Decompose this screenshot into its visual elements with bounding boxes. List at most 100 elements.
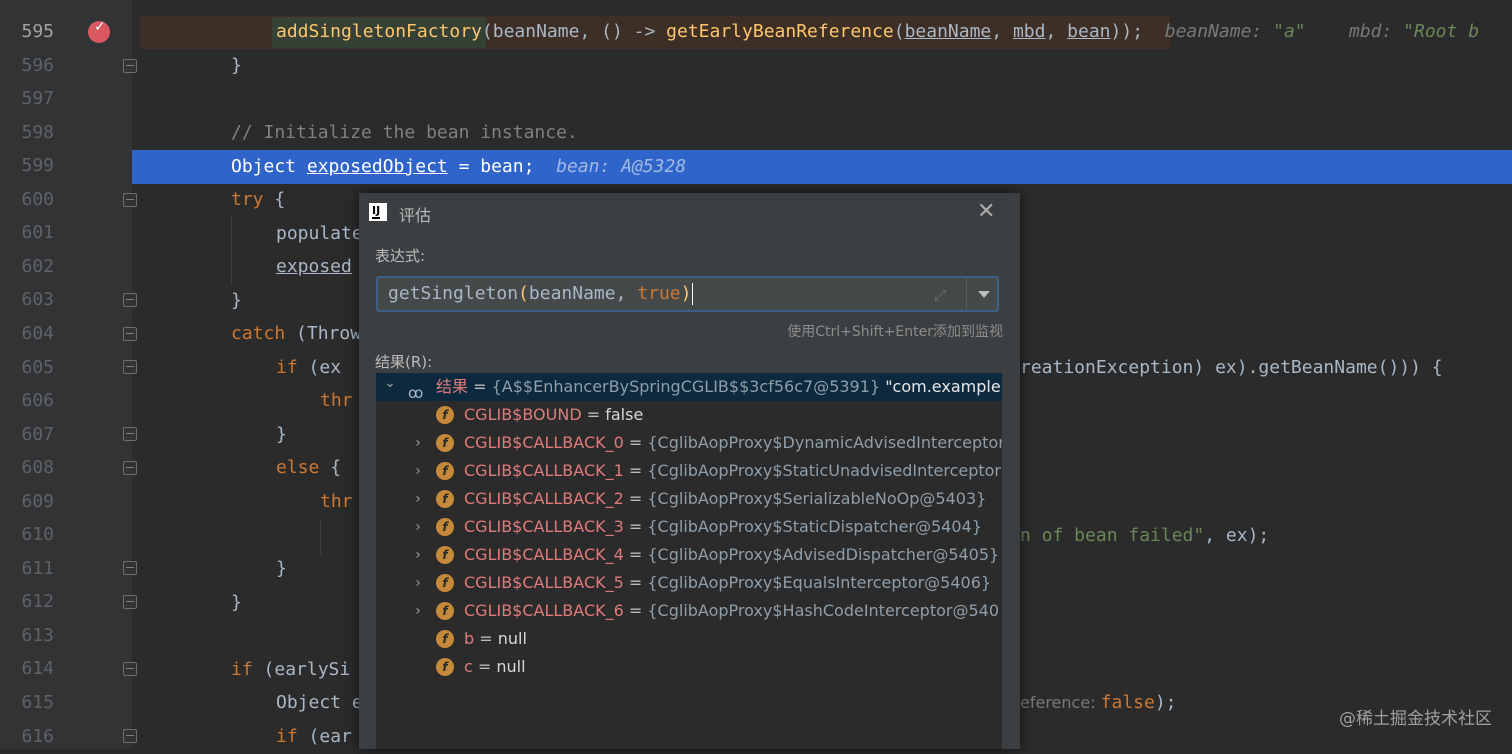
result-label: 结果(R): (375, 353, 433, 371)
code-line-612: } (231, 592, 242, 613)
field-icon: f (436, 490, 454, 508)
result-tree-row[interactable]: › f CGLIB$CALLBACK_2 = {CglibAopProxy$Seri… (376, 485, 1002, 513)
result-value: {CglibAopProxy$EqualsInterceptor@5406} (647, 573, 992, 592)
result-equals: = (472, 657, 497, 676)
expression-input[interactable]: getSingleton(beanName, true) ⤢ (376, 276, 999, 312)
line-number[interactable]: 611 (0, 552, 54, 586)
result-tree-text: c = null (464, 653, 526, 681)
code-token: () -> (601, 21, 667, 42)
line-number[interactable]: 597 (0, 82, 54, 116)
result-tree-row[interactable]: › f CGLIB$CALLBACK_5 = {CglibAopProxy$Equa… (376, 569, 1002, 597)
close-icon[interactable]: ✕ (977, 201, 995, 223)
code-token: (earlySi (252, 659, 351, 680)
intellij-logo-icon: IJ (369, 203, 387, 221)
fold-marker-icon[interactable] (123, 360, 137, 374)
fold-marker-icon[interactable] (123, 427, 137, 441)
chevron-right-icon[interactable]: › (412, 457, 424, 485)
result-equals: = (623, 545, 648, 564)
code-token: mbd (1012, 21, 1046, 42)
line-number[interactable]: 607 (0, 418, 54, 452)
result-tree-row[interactable]: › f CGLIB$CALLBACK_3 = {CglibAopProxy$Stat… (376, 513, 1002, 541)
line-number[interactable]: 605 (0, 351, 54, 385)
line-number[interactable]: 598 (0, 116, 54, 150)
result-tree[interactable]: ⌄ oo 结果 = {A$$EnhancerBySpringCGLIB$$3cf56… (376, 373, 1002, 749)
result-tree-row[interactable]: f CGLIB$BOUND = false (376, 401, 1002, 429)
fold-marker-icon[interactable] (123, 193, 137, 207)
result-tree-row[interactable]: fc = null (376, 653, 1002, 681)
line-number[interactable]: 610 (0, 518, 54, 552)
expand-icon[interactable]: ⤢ (934, 286, 946, 304)
line-number[interactable]: 599 (0, 149, 54, 183)
inline-debug-value: "Root b (1403, 21, 1480, 42)
line-number[interactable]: 606 (0, 384, 54, 418)
param-name-hint: eference: (1020, 693, 1101, 712)
code-token: (ear (297, 726, 352, 747)
line-number[interactable]: 608 (0, 451, 54, 485)
result-name: 结果 (436, 377, 469, 396)
expression-token: beanName, (528, 283, 638, 304)
result-value: null (497, 629, 527, 648)
chevron-right-icon[interactable]: › (412, 485, 424, 513)
fold-marker-icon[interactable] (123, 595, 137, 609)
chevron-right-icon[interactable]: › (412, 429, 424, 457)
result-equals: = (623, 489, 648, 508)
expression-token: true (637, 283, 681, 304)
chevron-right-icon[interactable]: › (412, 541, 424, 569)
code-line-599: Object exposedObject = bean; bean: A@532… (231, 150, 686, 184)
watermark: @稀土掘金技术社区 (1339, 709, 1492, 729)
result-tree-row[interactable]: › f CGLIB$CALLBACK_6 = {CglibAopProxy$Hash… (376, 597, 1002, 625)
fold-marker-icon[interactable] (123, 662, 137, 676)
line-number[interactable]: 602 (0, 250, 54, 284)
result-equals: = (623, 573, 648, 592)
code-token: (ex (297, 357, 352, 378)
line-number[interactable]: 616 (0, 720, 54, 754)
result-tree-text: CGLIB$CALLBACK_5 = {CglibAopProxy$Equals… (464, 569, 991, 597)
line-number[interactable]: 613 (0, 619, 54, 653)
code-token: catch (231, 323, 286, 344)
chevron-right-icon[interactable]: › (412, 597, 424, 625)
dialog-title-bar[interactable]: IJ 评估 ✕ (359, 193, 1020, 233)
breakpoint-icon[interactable] (88, 19, 110, 43)
result-tree-row[interactable]: fb = null (376, 625, 1002, 653)
fold-marker-icon[interactable] (123, 561, 137, 575)
fold-marker-icon[interactable] (123, 461, 137, 475)
result-tree-row[interactable]: ⌄ oo 结果 = {A$$EnhancerBySpringCGLIB$$3cf56… (376, 373, 1002, 402)
chevron-right-icon[interactable]: › (412, 569, 424, 597)
result-tree-row[interactable]: › f CGLIB$CALLBACK_0 = {CglibAopProxy$Dyna… (376, 429, 1002, 457)
result-tree-row[interactable]: › f CGLIB$CALLBACK_4 = {CglibAopProxy$Advi… (376, 541, 1002, 569)
line-number[interactable]: 600 (0, 183, 54, 217)
result-tree-row[interactable]: › f CGLIB$CALLBACK_1 = {CglibAopProxy$Stat… (376, 457, 1002, 485)
expression-text[interactable]: getSingleton(beanName, true) (388, 278, 694, 310)
result-tree-text: CGLIB$CALLBACK_2 = {CglibAopProxy$Serial… (464, 485, 986, 513)
code-line-600: try { (231, 183, 285, 217)
code-token: if (276, 357, 298, 378)
result-tree-text: CGLIB$BOUND = false (464, 401, 643, 429)
fold-marker-icon[interactable] (123, 729, 137, 743)
fold-marker-icon[interactable] (123, 327, 137, 341)
fold-marker-icon[interactable] (123, 293, 137, 307)
chevron-right-icon[interactable]: › (412, 513, 424, 541)
field-icon: f (436, 602, 454, 620)
line-number[interactable]: 615 (0, 686, 54, 720)
code-token: ); (1154, 692, 1177, 713)
expression-token: getSingleton (388, 283, 519, 304)
text-caret (692, 283, 694, 305)
line-number[interactable]: 603 (0, 283, 54, 317)
line-number[interactable]: 596 (0, 49, 54, 83)
line-number[interactable]: 612 (0, 585, 54, 619)
line-number[interactable]: 601 (0, 216, 54, 250)
history-dropdown-icon[interactable] (978, 291, 990, 298)
code-token: bean (1067, 21, 1111, 42)
result-value: {CglibAopProxy$DynamicAdvisedInterceptor (647, 433, 1002, 452)
result-value: {CglibAopProxy$StaticUnadvisedIntercepto… (647, 461, 1001, 480)
line-number[interactable]: 604 (0, 317, 54, 351)
line-number[interactable]: 614 (0, 652, 54, 686)
code-line-611: } (276, 558, 287, 579)
expression-label: 表达式: (375, 247, 426, 265)
line-number[interactable]: 609 (0, 485, 54, 519)
result-value: {CglibAopProxy$AdvisedDispatcher@5405} (647, 545, 1000, 564)
fold-marker-icon[interactable] (123, 59, 137, 73)
line-number[interactable]: 595 (0, 15, 54, 49)
chevron-down-icon[interactable]: ⌄ (384, 373, 396, 397)
result-equals: = (623, 601, 648, 620)
